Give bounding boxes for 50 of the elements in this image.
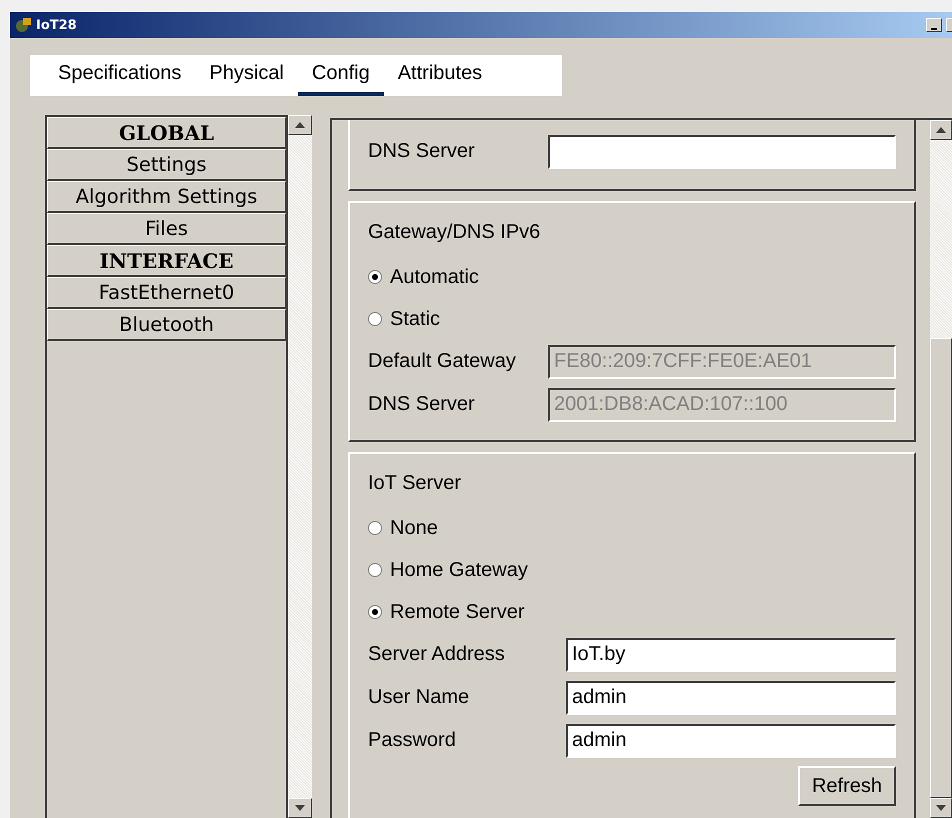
minimize-icon xyxy=(931,27,937,31)
tab[interactable]: Config xyxy=(298,55,384,96)
minimize-button[interactable] xyxy=(926,18,942,32)
field-label: User Name xyxy=(368,686,470,709)
section-title: IoT Server xyxy=(368,471,462,496)
scroll-down-button[interactable] xyxy=(930,798,952,818)
radio-label: Automatic xyxy=(390,266,479,288)
scroll-down-icon xyxy=(295,805,305,811)
tab[interactable]: Physical xyxy=(195,55,298,96)
input-field[interactable] xyxy=(548,134,896,168)
radio-button[interactable] xyxy=(368,270,382,284)
field-label: DNS Server xyxy=(368,140,476,163)
input-field[interactable]: admin xyxy=(566,680,896,714)
field-label: DNS Server xyxy=(368,393,476,416)
radio-button[interactable] xyxy=(368,521,382,535)
scroll-up-button[interactable] xyxy=(288,115,312,135)
radio-label: Static xyxy=(390,308,440,330)
scrollbar[interactable] xyxy=(288,115,312,818)
sidebar-item[interactable]: FastEthernet0 xyxy=(47,277,286,309)
tab[interactable]: Attributes xyxy=(384,55,496,96)
window-title: IoT28 xyxy=(36,18,78,32)
scroll-up-button[interactable] xyxy=(930,120,952,140)
field-label: Server Address xyxy=(368,643,506,666)
radio-button[interactable] xyxy=(368,563,382,577)
sidebar-item[interactable]: Bluetooth xyxy=(47,309,286,341)
scroll-thumb[interactable] xyxy=(930,338,952,798)
sidebar-item[interactable]: Settings xyxy=(47,149,286,181)
scroll-up-icon xyxy=(295,122,305,128)
sidebar-header: GLOBAL xyxy=(47,117,286,149)
input-field[interactable]: IoT.by xyxy=(566,638,896,672)
scroll-up-icon xyxy=(936,127,946,133)
scroll-down-button[interactable] xyxy=(288,798,312,818)
sidebar-header: INTERFACE xyxy=(47,245,286,277)
scroll-down-icon xyxy=(936,805,946,811)
scrollbar[interactable] xyxy=(930,120,952,818)
tab[interactable]: Specifications xyxy=(44,55,196,96)
sidebar-item[interactable]: Algorithm Settings xyxy=(47,181,286,213)
input-field[interactable]: admin xyxy=(566,724,896,758)
sidebar-item[interactable]: Files xyxy=(47,213,286,245)
radio-label: Remote Server xyxy=(390,600,524,624)
radio-label: None xyxy=(390,516,438,540)
refresh-button[interactable]: Refresh xyxy=(798,766,896,806)
device-icon xyxy=(14,17,32,33)
field-label: Password xyxy=(368,729,457,752)
radio-button[interactable] xyxy=(368,605,382,619)
section-title: Gateway/DNS IPv6 xyxy=(368,220,542,245)
maximize-button[interactable] xyxy=(946,18,952,32)
radio-label: Home Gateway xyxy=(390,558,528,582)
radio-button[interactable] xyxy=(368,312,382,326)
field-label: Default Gateway xyxy=(368,350,517,373)
